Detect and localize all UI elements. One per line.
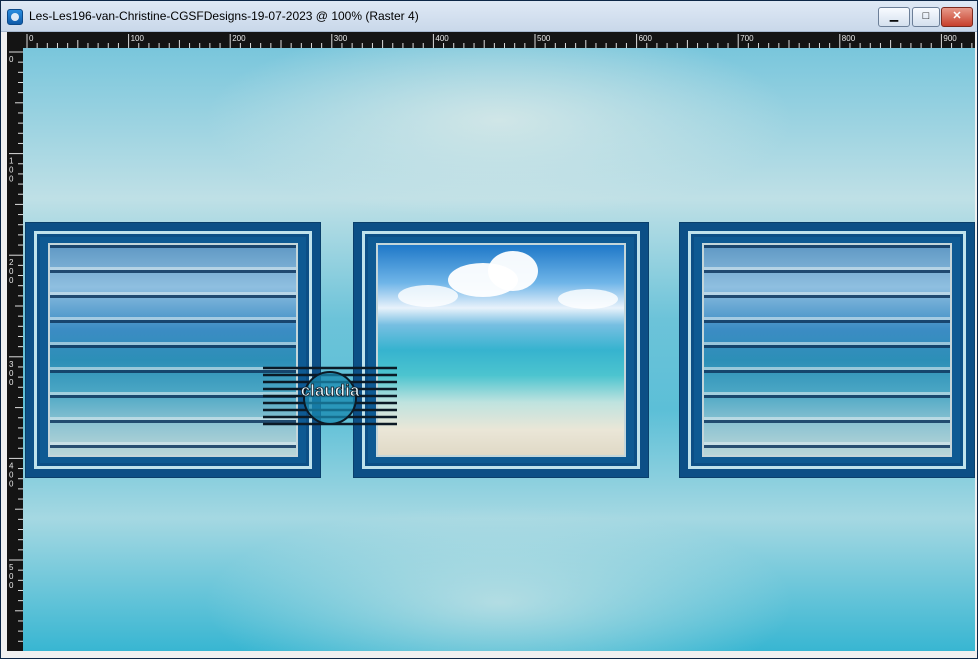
right-frame — [679, 222, 975, 478]
window-title: Les-Les196-van-Christine-CGSFDesigns-19-… — [29, 9, 419, 23]
sky-sea-blinds-image — [50, 245, 296, 455]
ruler-label: 300 — [9, 360, 14, 387]
sea-blinds-image — [704, 245, 950, 455]
close-button[interactable]: ✕ — [941, 7, 973, 27]
image-canvas[interactable]: claudia — [23, 48, 975, 651]
watermark-text: claudia — [301, 381, 360, 400]
ruler-label: 100 — [9, 157, 14, 184]
cloud-shape — [398, 285, 458, 307]
ruler-label: 500 — [537, 34, 551, 43]
cloud-shape — [558, 289, 618, 309]
horizontal-ruler-scale: 0 100 200 300 400 500 600 700 800 900 — [26, 34, 973, 48]
left-blinds-panel — [48, 243, 298, 457]
title-bar[interactable]: Les-Les196-van-Christine-CGSFDesigns-19-… — [1, 1, 977, 32]
ruler-label: 600 — [639, 34, 653, 43]
ruler-label: 0 — [29, 34, 34, 43]
ruler-corner — [7, 32, 23, 48]
claudia-watermark: claudia — [263, 366, 397, 426]
vertical-ruler[interactable]: 0 100 200 300 400 500 — [7, 48, 23, 651]
app-icon[interactable] — [7, 9, 23, 25]
ruler-label: 200 — [9, 258, 14, 285]
ruler-label: 800 — [842, 34, 856, 43]
cloud-shape — [488, 251, 538, 291]
ruler-label: 200 — [232, 34, 246, 43]
maximize-button[interactable]: □ — [912, 7, 940, 27]
vertical-ruler-scale: 0 1 0 0 2 0 0 3 0 0 4 0 0 5 0 0 — [9, 51, 23, 642]
ruler-label: 300 — [334, 34, 348, 43]
center-frame — [353, 222, 649, 478]
ruler-label: 100 — [131, 34, 145, 43]
image-window: Les-Les196-van-Christine-CGSFDesigns-19-… — [0, 0, 978, 659]
minimize-button[interactable]: ▁ — [878, 7, 910, 27]
ruler-label: 400 — [9, 461, 14, 488]
ruler-label: 700 — [740, 34, 754, 43]
horizontal-ruler[interactable]: 0 100 200 300 400 500 600 700 800 900 — [23, 32, 975, 48]
ruler-label: 400 — [435, 34, 449, 43]
left-frame — [25, 222, 321, 478]
ruler-label: 0 — [9, 55, 14, 64]
right-blinds-panel — [702, 243, 952, 457]
beach-image — [378, 245, 624, 455]
center-beach-panel — [376, 243, 626, 457]
ruler-label: 900 — [943, 34, 957, 43]
ruler-label: 500 — [9, 563, 14, 590]
